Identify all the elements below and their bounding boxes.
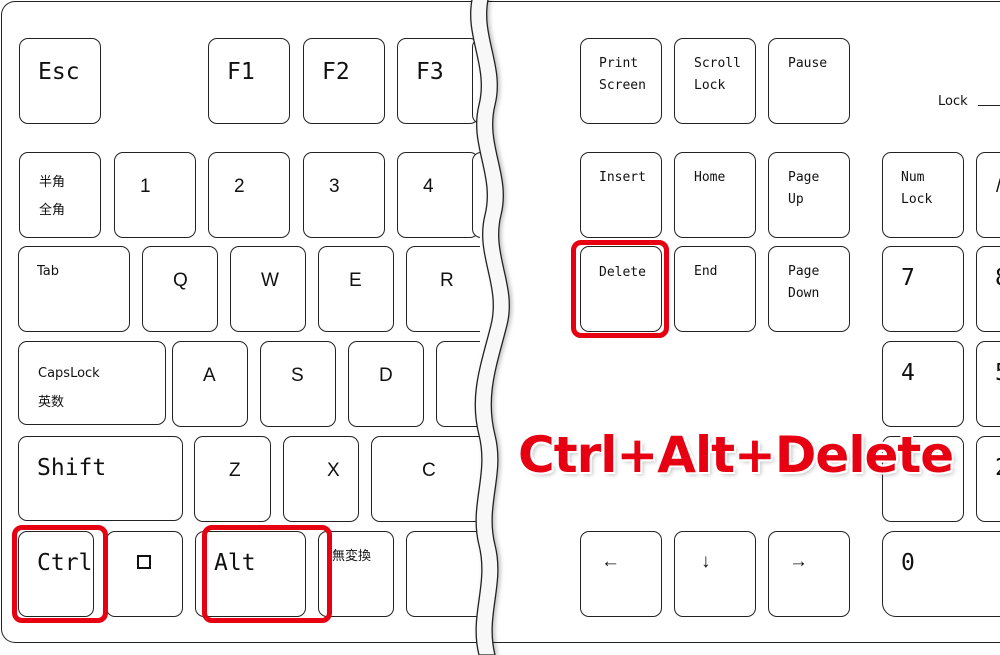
key-scroll-lock[interactable]: Scroll Lock [674,38,756,124]
key-f1[interactable]: F1 [208,38,290,124]
key-ctrl[interactable]: Ctrl [18,531,94,617]
key-3[interactable]: 3 [303,152,385,238]
key-label: Shift [37,455,107,481]
key-label: Delete [599,265,646,280]
key-label: F3 [416,59,444,85]
key-alt[interactable]: Alt [195,531,306,617]
key-label: Q [173,270,188,291]
key-label: F2 [322,59,350,85]
key-label: A [203,365,216,386]
key-label: 0 [901,550,915,576]
key-label: E [349,270,362,291]
key-e[interactable]: E [318,246,394,332]
key-num-slash[interactable]: / [976,152,1000,238]
key-shift[interactable]: Shift [18,436,183,521]
key-num-7[interactable]: 7 [882,246,964,332]
key-label: R [440,270,454,291]
key-label: D [379,365,393,386]
key-label: S [291,365,304,386]
key-num-4[interactable]: 4 [882,341,964,427]
key-label: 7 [901,265,915,291]
key-w[interactable]: W [230,246,306,332]
key-label: End [694,264,718,279]
key-num-8[interactable]: 8 [976,246,1000,332]
key-f2[interactable]: F2 [303,38,385,124]
key-num-lock[interactable]: Num Lock [882,152,964,238]
key-muhenkan[interactable]: 無変換 [318,531,394,617]
key-num-0[interactable]: 0 [882,531,1000,617]
key-left-arrow[interactable]: ← [580,531,662,617]
key-label: Scroll Lock [694,56,741,93]
key-label: W [261,270,279,291]
key-label: / [996,177,1000,196]
key-pause[interactable]: Pause [768,38,850,124]
key-label: Z [229,460,241,481]
key-label: Print Screen [599,56,646,93]
key-label: 半角 全角 [39,175,66,218]
key-right-arrow[interactable]: → [768,531,850,617]
key-tab[interactable]: Tab [18,246,130,332]
key-label: CapsLock 英数 [38,366,100,410]
key-label: Esc [38,59,80,85]
key-label: Tab [37,264,60,279]
key-end[interactable]: End [674,246,756,332]
key-label: 8 [995,267,1000,290]
key-windows[interactable] [106,531,183,617]
key-label: 4 [423,176,434,197]
key-d[interactable]: D [348,341,424,427]
key-a[interactable]: A [172,341,248,427]
key-page-down[interactable]: Page Down [768,246,850,332]
key-home[interactable]: Home [674,152,756,238]
key-label: Pause [788,56,828,71]
lock-indicator-line [978,105,1000,106]
break-band [470,0,510,655]
key-label: F1 [227,59,255,85]
key-label: Page Up [788,170,820,207]
key-label: X [327,460,340,481]
key-delete[interactable]: Delete [580,246,662,332]
key-label: 無変換 [332,549,372,564]
key-label: 5 [995,362,1000,385]
key-page-up[interactable]: Page Up [768,152,850,238]
windows-icon [137,555,151,572]
key-1[interactable]: 1 [114,152,196,238]
keyboard-break-divider [470,0,510,655]
key-x[interactable]: X [283,436,359,522]
key-2[interactable]: 2 [208,152,290,238]
lock-indicator-label: Lock [938,94,968,109]
right-arrow-icon: → [789,551,808,572]
key-label: 3 [329,176,340,197]
key-capslock[interactable]: CapsLock 英数 [18,341,166,425]
key-label: Insert [599,170,646,185]
key-label: Ctrl [37,550,93,576]
key-insert[interactable]: Insert [580,152,662,238]
down-arrow-icon: ↓ [701,551,711,572]
key-label: 4 [901,360,915,386]
key-hankaku-zenkaku[interactable]: 半角 全角 [19,152,101,238]
shortcut-caption: Ctrl+Alt+Delete [518,426,954,484]
key-label: Num Lock [901,170,933,207]
key-label: C [422,460,436,481]
key-down-arrow[interactable]: ↓ [674,531,756,617]
left-arrow-icon: ← [601,551,620,572]
key-num-5[interactable]: 5 [976,341,1000,427]
key-q[interactable]: Q [142,246,218,332]
key-label: Home [694,170,726,185]
key-label: 2 [234,176,245,197]
key-label: Alt [214,550,256,576]
key-z[interactable]: Z [194,436,271,522]
key-label: 2 [995,457,1000,480]
key-label: 1 [140,176,151,197]
key-esc[interactable]: Esc [19,38,101,124]
key-label: Page Down [788,264,820,301]
key-s[interactable]: S [260,341,336,427]
key-print-screen[interactable]: Print Screen [580,38,662,124]
key-num-2[interactable]: 2 [976,436,1000,522]
